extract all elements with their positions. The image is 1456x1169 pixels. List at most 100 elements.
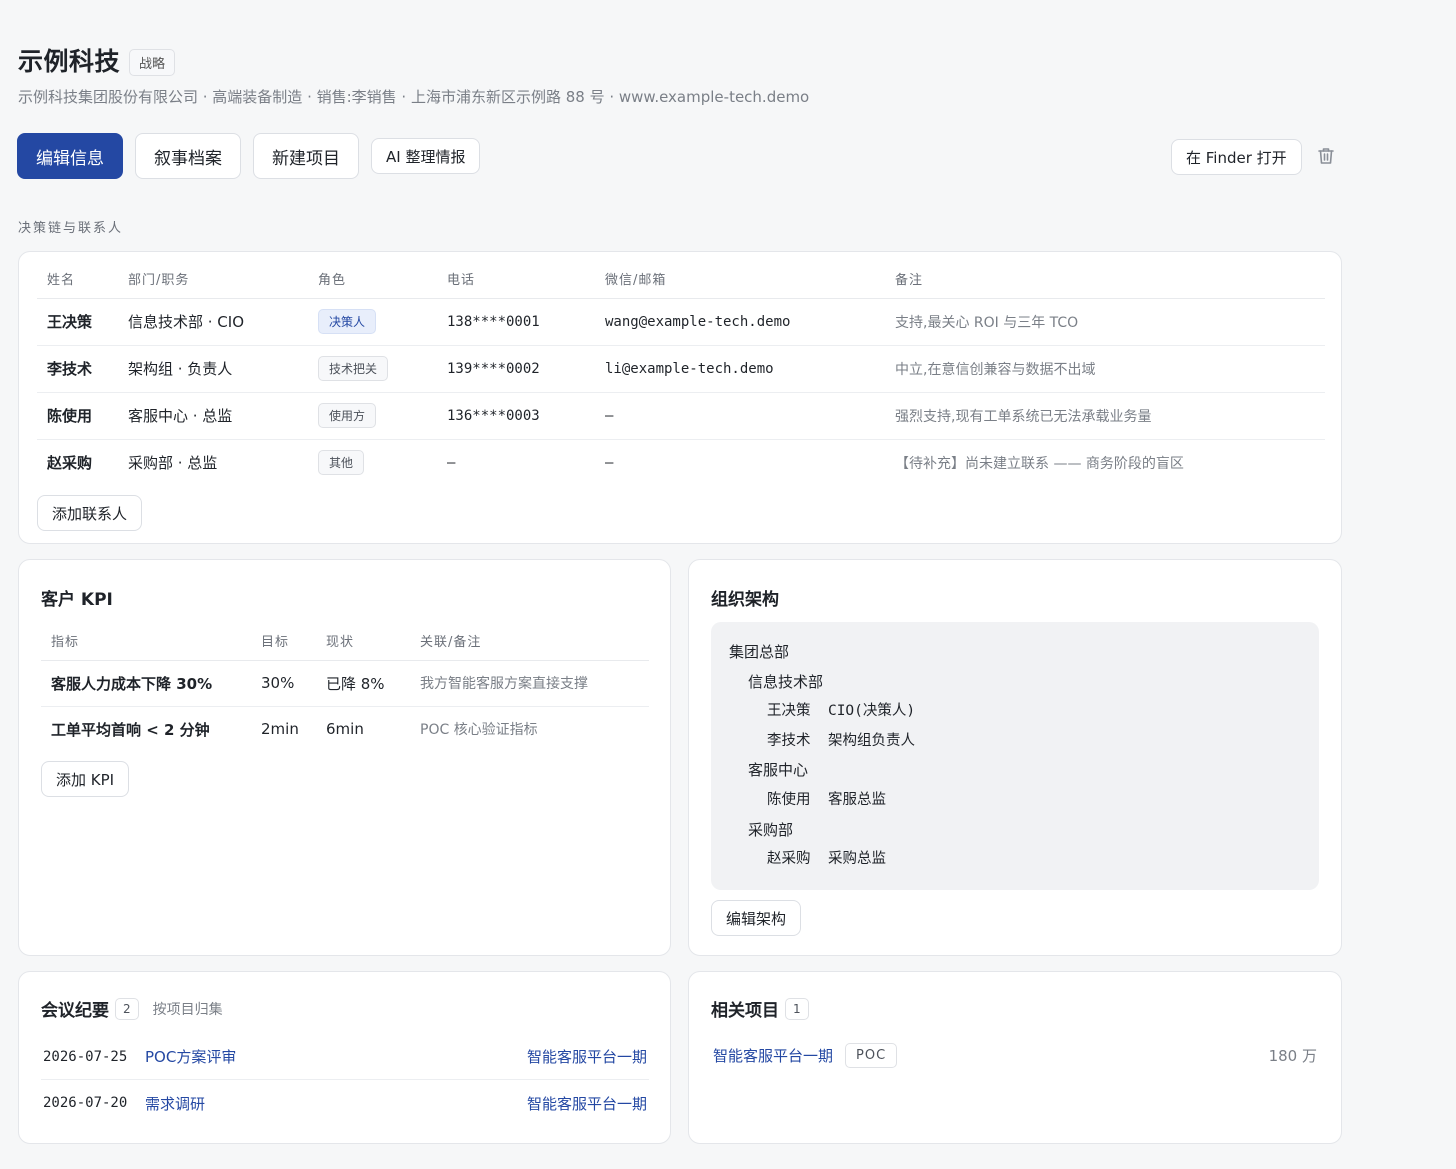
org-node: 客服中心 [748,761,809,780]
org-node: 陈使用 客服总监 [767,791,886,808]
meeting-project-link[interactable]: 智能客服平台一期 [527,1046,647,1067]
meeting-date: 2026-07-20 [43,1095,128,1111]
list-item: 智能客服平台一期 POC 180 万 [713,1043,1317,1068]
contact-name: 王决策 [37,298,128,346]
column-header: 备注 [895,260,1325,299]
meeting-title-link[interactable]: POC方案评审 [145,1046,236,1067]
projects-title: 相关项目 [711,1001,779,1021]
kpi-card-title: 客户 KPI [41,590,113,610]
kpi-target: 2min [261,720,299,739]
add-kpi-button[interactable]: 添加 KPI [41,761,130,797]
ai-organize-button[interactable]: AI 整理情报 [371,138,481,174]
toolbar: 编辑信息 叙事档案 新建项目 AI 整理情报 [17,133,481,179]
column-header: 电话 [447,260,605,299]
table-row[interactable]: 客服人力成本下降 30% 30% 已降 8% 我方智能客服方案直接支撑 [41,660,649,707]
contact-email: — [605,454,614,471]
org-node: 赵采购 采购总监 [767,851,886,868]
strategy-tag: 战略 [129,48,176,76]
title-row: 示例科技 战略 [18,42,176,78]
edit-info-button[interactable]: 编辑信息 [17,133,123,179]
org-node: 信息技术部 [748,672,824,691]
contact-phone: — [447,454,456,471]
contact-dept: 信息技术部 · CIO [128,298,318,346]
contacts-card: 姓名 部门/职务 角色 电话 微信/邮箱 备注 王决策 信息技术部 · CIO … [18,251,1342,544]
meeting-date: 2026-07-25 [43,1048,128,1065]
project-link[interactable]: 智能客服平台一期 [713,1045,833,1066]
page-title: 示例科技 [18,47,121,76]
kpi-current: 6min [326,720,364,739]
meetings-title: 会议纪要 [41,1001,109,1021]
column-header: 关联/备注 [420,622,649,661]
role-badge: 技术把关 [318,356,389,381]
kpi-metric: 客服人力成本下降 30% [41,660,261,707]
org-node: 李技术 架构组负责人 [767,732,915,749]
org-node: 集团总部 [729,643,790,661]
org-card-title: 组织架构 [711,590,779,610]
table-header-row: 指标 目标 现状 关联/备注 [41,622,649,661]
contact-name: 李技术 [37,345,128,393]
contact-phone: 139****0002 [447,345,605,393]
contact-email: wang@example-tech.demo [605,298,895,346]
meeting-title-link[interactable]: 需求调研 [145,1093,205,1114]
contact-note: 中立,在意信创兼容与数据不出域 [895,345,1325,393]
contact-dept: 架构组 · 负责人 [128,345,318,393]
contact-dept: 客服中心 · 总监 [128,392,318,440]
column-header: 指标 [41,622,261,661]
contact-note: 强烈支持,现有工单系统已无法承载业务量 [895,392,1325,440]
edit-org-button[interactable]: 编辑架构 [711,900,802,936]
narrative-archive-button[interactable]: 叙事档案 [135,133,241,179]
contact-name: 陈使用 [37,392,128,440]
meetings-list: 2026-07-25 POC方案评审 智能客服平台一期 2026-07-20 需… [41,1034,649,1126]
kpi-current: 已降 8% [326,660,420,707]
kpi-note: 我方智能客服方案直接支撑 [420,660,649,707]
column-header: 部门/职务 [128,260,318,299]
contact-dept: 采购部 · 总监 [128,454,218,473]
contact-name: 赵采购 [47,454,93,473]
contact-email: — [605,392,895,440]
projects-header: 相关项目 1 [711,996,809,1021]
contacts-table: 姓名 部门/职务 角色 电话 微信/邮箱 备注 王决策 信息技术部 · CIO … [37,260,1325,486]
kpi-target: 30% [261,660,326,707]
role-badge: 使用方 [318,403,377,428]
contact-phone: 136****0003 [447,392,605,440]
table-row[interactable]: 工单平均首响 < 2 分钟 2min 6min POC 核心验证指标 [41,706,649,752]
org-node: 王决策 CIO(决策人) [767,703,916,720]
list-item: 2026-07-20 需求调研 智能客服平台一期 [41,1080,649,1126]
section-label-decision-chain: 决策链与联系人 [18,221,124,236]
role-badge: 决策人 [318,309,377,334]
stage-badge: POC [845,1043,898,1068]
open-in-finder-button[interactable]: 在 Finder 打开 [1171,139,1302,175]
contact-note: 支持,最关心 ROI 与三年 TCO [895,298,1325,346]
column-header: 目标 [261,622,326,661]
table-row[interactable]: 赵采购 采购部 · 总监 其他 — — 【待补充】尚未建立联系 —— 商务阶段的… [37,439,1325,486]
table-row[interactable]: 李技术 架构组 · 负责人 技术把关 139****0002 li@exampl… [37,345,1325,393]
meetings-card: 会议纪要 2 按项目归集 2026-07-25 POC方案评审 智能客服平台一期… [18,971,671,1144]
table-row[interactable]: 王决策 信息技术部 · CIO 决策人 138****0001 wang@exa… [37,298,1325,346]
meetings-header: 会议纪要 2 按项目归集 [41,996,223,1021]
list-item: 2026-07-25 POC方案评审 智能客服平台一期 [41,1034,649,1080]
column-header: 角色 [318,260,447,299]
column-header: 现状 [326,622,420,661]
company-subtitle: 示例科技集团股份有限公司 · 高端装备制造 · 销售:李销售 · 上海市浦东新区… [18,88,810,106]
meetings-count-badge: 2 [115,997,139,1020]
org-chart-card: 组织架构 集团总部 信息技术部 王决策 CIO(决策人) 李技术 架构组负责人 … [688,559,1342,956]
table-header-row: 姓名 部门/职务 角色 电话 微信/邮箱 备注 [37,260,1325,299]
contact-note: 【待补充】尚未建立联系 —— 商务阶段的盲区 [895,455,1184,472]
new-project-button[interactable]: 新建项目 [253,133,359,179]
kpi-table: 指标 目标 现状 关联/备注 客服人力成本下降 30% 30% 已降 8% 我方… [41,622,649,752]
kpi-metric: 工单平均首响 < 2 分钟 [51,720,210,739]
project-amount: 180 万 [1268,1047,1317,1065]
column-header: 姓名 [37,260,128,299]
kpi-card: 客户 KPI 指标 目标 现状 关联/备注 客服人力成本下降 30% 30% 已… [18,559,671,956]
role-badge: 其他 [318,450,365,476]
meeting-project-link[interactable]: 智能客服平台一期 [527,1093,647,1114]
group-by-label: 按项目归集 [152,1001,223,1018]
table-row[interactable]: 陈使用 客服中心 · 总监 使用方 136****0003 — 强烈支持,现有工… [37,392,1325,440]
contact-email: li@example-tech.demo [605,345,895,393]
column-header: 微信/邮箱 [605,260,895,299]
trash-icon[interactable] [1317,146,1337,168]
projects-count-badge: 1 [785,997,809,1020]
contact-phone: 138****0001 [447,298,605,346]
org-node: 采购部 [748,820,794,839]
add-contact-button[interactable]: 添加联系人 [37,495,143,531]
